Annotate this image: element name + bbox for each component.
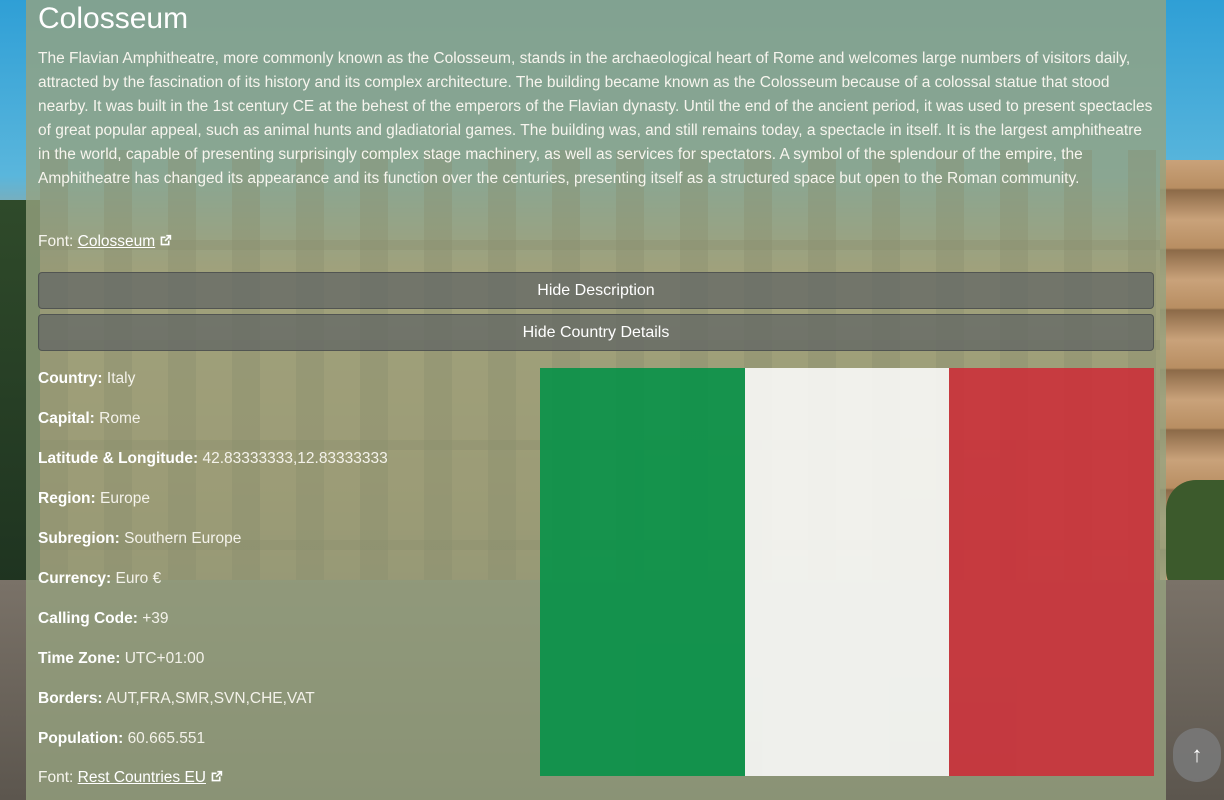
detail-label: Time Zone:: [38, 650, 121, 667]
detail-value: 60.665.551: [127, 730, 206, 747]
detail-row: Population: 60.665.551: [38, 728, 528, 768]
country-details: Country: Italy Capital: Rome Latitude & Lo…: [38, 368, 528, 768]
source-link-rest-countries[interactable]: Rest Countries EU: [78, 769, 223, 786]
detail-label: Borders:: [38, 690, 103, 707]
detail-value: 42.83333333,12.83333333: [202, 450, 388, 467]
flag-stripe: [949, 368, 1155, 776]
detail-row: Time Zone: UTC+01:00: [38, 648, 528, 688]
hide-country-details-button[interactable]: Hide Country Details: [38, 314, 1154, 351]
detail-value: Southern Europe: [124, 530, 242, 547]
detail-row: Country: Italy: [38, 368, 528, 408]
arrow-up-icon: ↑: [1191, 742, 1203, 767]
country-flag: [540, 368, 1155, 776]
detail-label: Capital:: [38, 410, 95, 427]
detail-value: Italy: [106, 370, 136, 387]
source-link-colosseum[interactable]: Colosseum: [78, 233, 173, 250]
scroll-to-top-button[interactable]: ↑: [1173, 728, 1221, 782]
detail-row: Latitude & Longitude: 42.83333333,12.833…: [38, 448, 528, 488]
external-link-icon: [160, 234, 172, 246]
flag-stripe: [540, 368, 745, 776]
hide-description-button[interactable]: Hide Description: [38, 272, 1154, 309]
detail-value: +39: [142, 610, 169, 627]
detail-label: Currency:: [38, 570, 112, 587]
detail-row: Currency: Euro €: [38, 568, 528, 608]
detail-row: Borders: AUT,FRA,SMR,SVN,CHE,VAT: [38, 688, 528, 728]
detail-value: AUT,FRA,SMR,SVN,CHE,VAT: [106, 690, 315, 707]
detail-value: Europe: [100, 490, 150, 507]
detail-label: Population:: [38, 730, 124, 747]
detail-label: Subregion:: [38, 530, 120, 547]
detail-label: Latitude & Longitude:: [38, 450, 199, 467]
page-title: Colosseum: [38, 2, 189, 35]
landmark-description: The Flavian Amphitheatre, more commonly …: [38, 50, 1153, 187]
detail-label: Country:: [38, 370, 103, 387]
detail-label: Calling Code:: [38, 610, 138, 627]
flag-stripe: [744, 368, 950, 776]
source-label: Font:: [38, 769, 74, 786]
detail-row: Calling Code: +39: [38, 608, 528, 648]
detail-value: Rome: [99, 410, 141, 427]
content-panel: Colosseum The Flavian Amphitheatre, more…: [26, 0, 1166, 800]
country-source: Font: Rest Countries EU: [38, 769, 223, 787]
detail-row: Region: Europe: [38, 488, 528, 528]
external-link-icon: [211, 770, 223, 782]
detail-value: UTC+01:00: [124, 650, 205, 667]
detail-row: Subregion: Southern Europe: [38, 528, 528, 568]
detail-label: Region:: [38, 490, 96, 507]
detail-value: Euro €: [115, 570, 162, 587]
source-label: Font:: [38, 233, 74, 250]
detail-row: Capital: Rome: [38, 408, 528, 448]
landmark-source: Font: Colosseum: [38, 233, 172, 251]
